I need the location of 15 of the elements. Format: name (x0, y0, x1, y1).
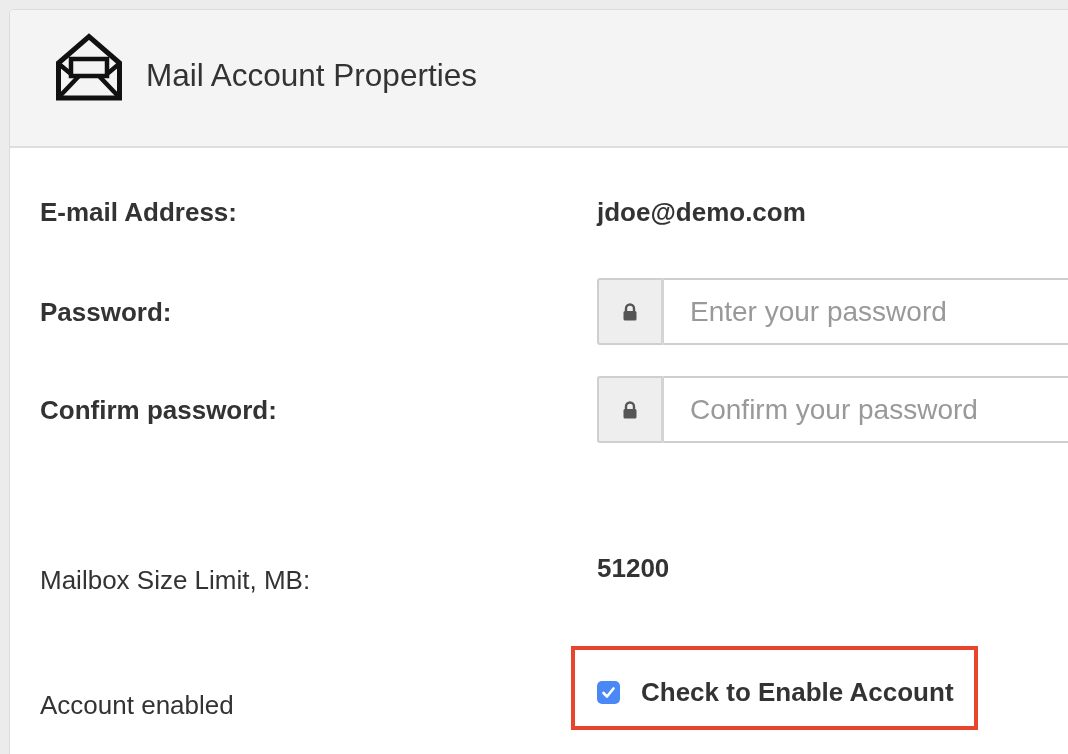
envelope-icon (55, 33, 123, 101)
field-label: E-mail Address: (40, 197, 237, 227)
field-label: Account enabled (40, 690, 234, 720)
password-field[interactable]: Enter your password (664, 278, 1068, 345)
password-field[interactable]: Confirm your password (664, 376, 1068, 443)
checkbox-label[interactable]: Check to Enable Account (641, 676, 954, 708)
field-value: jdoe@demo.com (597, 197, 806, 227)
panel-title: Mail Account Properties (146, 56, 477, 94)
lock-icon (623, 302, 637, 321)
field-label: Password: (40, 296, 172, 327)
field-label: Mailbox Size Limit, MB: (40, 565, 311, 595)
checkbox[interactable] (597, 680, 620, 704)
field-label: Confirm password: (40, 394, 277, 425)
field-value: 51200 (597, 553, 670, 583)
lock-icon (623, 400, 637, 419)
